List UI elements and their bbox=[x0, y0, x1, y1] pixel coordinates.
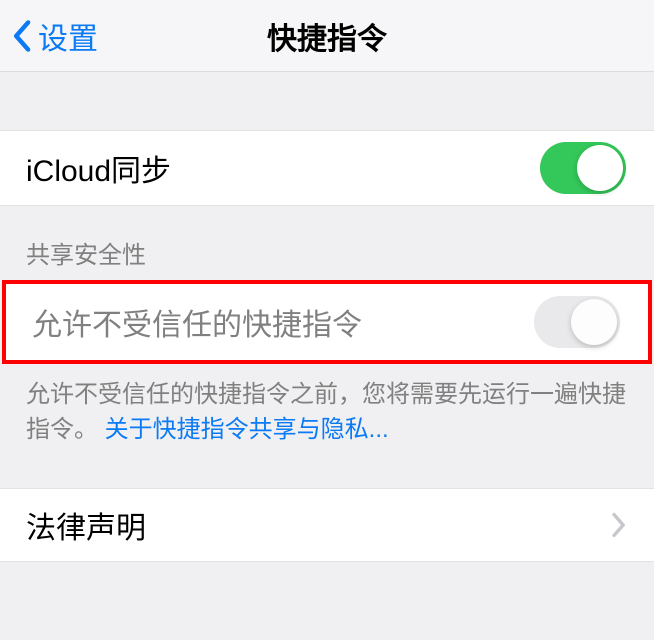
icloud-sync-label: iCloud同步 bbox=[26, 146, 540, 190]
chevron-left-icon bbox=[12, 19, 34, 53]
navbar: 设置 快捷指令 bbox=[0, 0, 654, 72]
highlight-box: 允许不受信任的快捷指令 bbox=[2, 280, 652, 364]
allow-untrusted-row[interactable]: 允许不受信任的快捷指令 bbox=[6, 284, 648, 360]
back-label: 设置 bbox=[38, 14, 98, 58]
icloud-sync-row[interactable]: iCloud同步 bbox=[0, 130, 654, 206]
sharing-security-header: 共享安全性 bbox=[0, 206, 654, 282]
privacy-link[interactable]: 关于快捷指令共享与隐私... bbox=[105, 416, 389, 443]
page-title: 快捷指令 bbox=[267, 14, 387, 58]
legal-label: 法律声明 bbox=[26, 503, 610, 547]
allow-untrusted-label: 允许不受信任的快捷指令 bbox=[32, 300, 534, 344]
legal-row[interactable]: 法律声明 bbox=[0, 488, 654, 562]
footer-text: 允许不受信任的快捷指令之前，您将需要先运行一遍快捷指令。 关于快捷指令共享与隐私… bbox=[0, 364, 654, 448]
chevron-right-icon bbox=[610, 512, 626, 538]
icloud-sync-toggle[interactable] bbox=[540, 142, 626, 194]
back-button[interactable]: 设置 bbox=[12, 14, 98, 58]
allow-untrusted-toggle[interactable] bbox=[534, 296, 620, 348]
